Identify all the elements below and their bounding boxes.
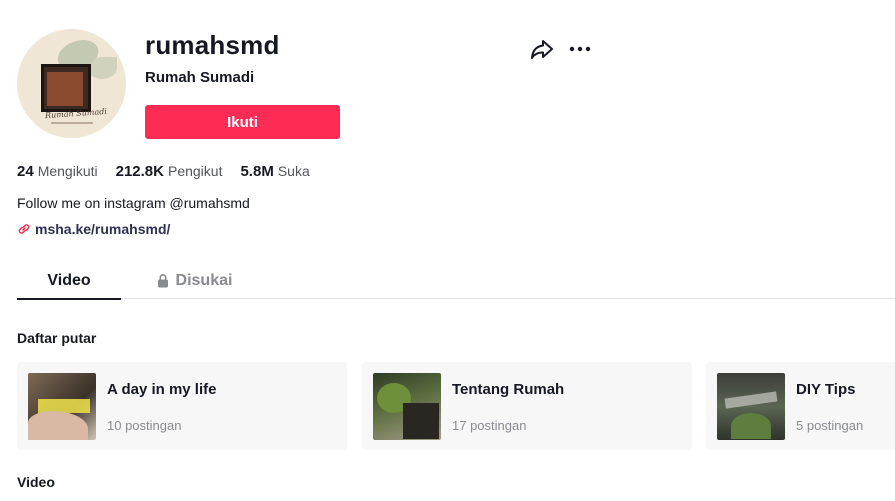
tab-label: Video xyxy=(47,271,91,289)
tab-video[interactable]: Video xyxy=(17,262,121,300)
stat-value: 212.8K xyxy=(115,163,164,180)
playlist-card[interactable]: A day in my life 10 postingan xyxy=(17,362,347,450)
stat-following[interactable]: 24 Mengikuti xyxy=(17,163,98,180)
avatar-divider xyxy=(51,122,93,124)
playlist-count: 10 postingan xyxy=(107,418,182,433)
tab-label: Disukai xyxy=(175,271,233,289)
playlist-name: Tentang Rumah xyxy=(452,381,565,398)
link-icon xyxy=(18,224,30,234)
thumbnail-text-overlay xyxy=(724,391,778,409)
thumbnail-plant xyxy=(731,413,771,439)
follow-button[interactable]: Ikuti xyxy=(145,105,340,139)
lock-icon xyxy=(157,274,168,288)
profile-link[interactable]: msha.ke/rumahsmd/ xyxy=(17,221,170,237)
playlist-count: 17 postingan xyxy=(452,418,527,433)
videos-heading: Video xyxy=(17,474,55,490)
playlist-name: DIY Tips xyxy=(796,381,856,398)
share-icon[interactable] xyxy=(530,38,554,60)
stat-value: 24 xyxy=(17,163,34,180)
tab-liked[interactable]: Disukai xyxy=(149,262,239,299)
stat-label: Pengikut xyxy=(167,163,223,179)
playlists-heading: Daftar putar xyxy=(17,330,97,346)
stat-label: Suka xyxy=(277,163,310,179)
profile-nickname: Rumah Sumadi xyxy=(145,69,255,86)
avatar-leaf-decor xyxy=(87,57,117,79)
playlist-thumbnail xyxy=(717,373,785,440)
playlist-thumbnail xyxy=(373,373,441,440)
profile-stats: 24 Mengikuti 212.8K Pengikut 5.8M Suka xyxy=(17,163,310,180)
playlist-card[interactable]: Tentang Rumah 17 postingan xyxy=(362,362,692,450)
stat-label: Mengikuti xyxy=(37,163,98,179)
stat-value: 5.8M xyxy=(240,163,274,180)
thumbnail-shelf xyxy=(403,403,439,439)
profile-bio: Follow me on instagram @rumahsmd xyxy=(17,195,250,211)
profile-tabs: Video Disukai xyxy=(17,262,895,300)
playlist-count: 5 postingan xyxy=(796,418,864,433)
stat-followers[interactable]: 212.8K Pengikut xyxy=(116,163,223,180)
playlist-card[interactable]: DIY Tips 5 postingan xyxy=(706,362,895,450)
profile-link-text[interactable]: msha.ke/rumahsmd/ xyxy=(35,221,170,237)
thumbnail-hand xyxy=(28,411,88,440)
avatar-planter-inner xyxy=(47,72,83,106)
playlist-thumbnail xyxy=(28,373,96,440)
playlist-name: A day in my life xyxy=(107,381,217,398)
more-icon[interactable] xyxy=(566,38,594,60)
profile-page: Rumah Sumadi rumahsmd Rumah Sumadi Ikuti… xyxy=(0,0,895,501)
stat-likes: 5.8M Suka xyxy=(240,163,309,180)
avatar[interactable]: Rumah Sumadi xyxy=(17,29,126,138)
profile-username: rumahsmd xyxy=(145,30,280,60)
